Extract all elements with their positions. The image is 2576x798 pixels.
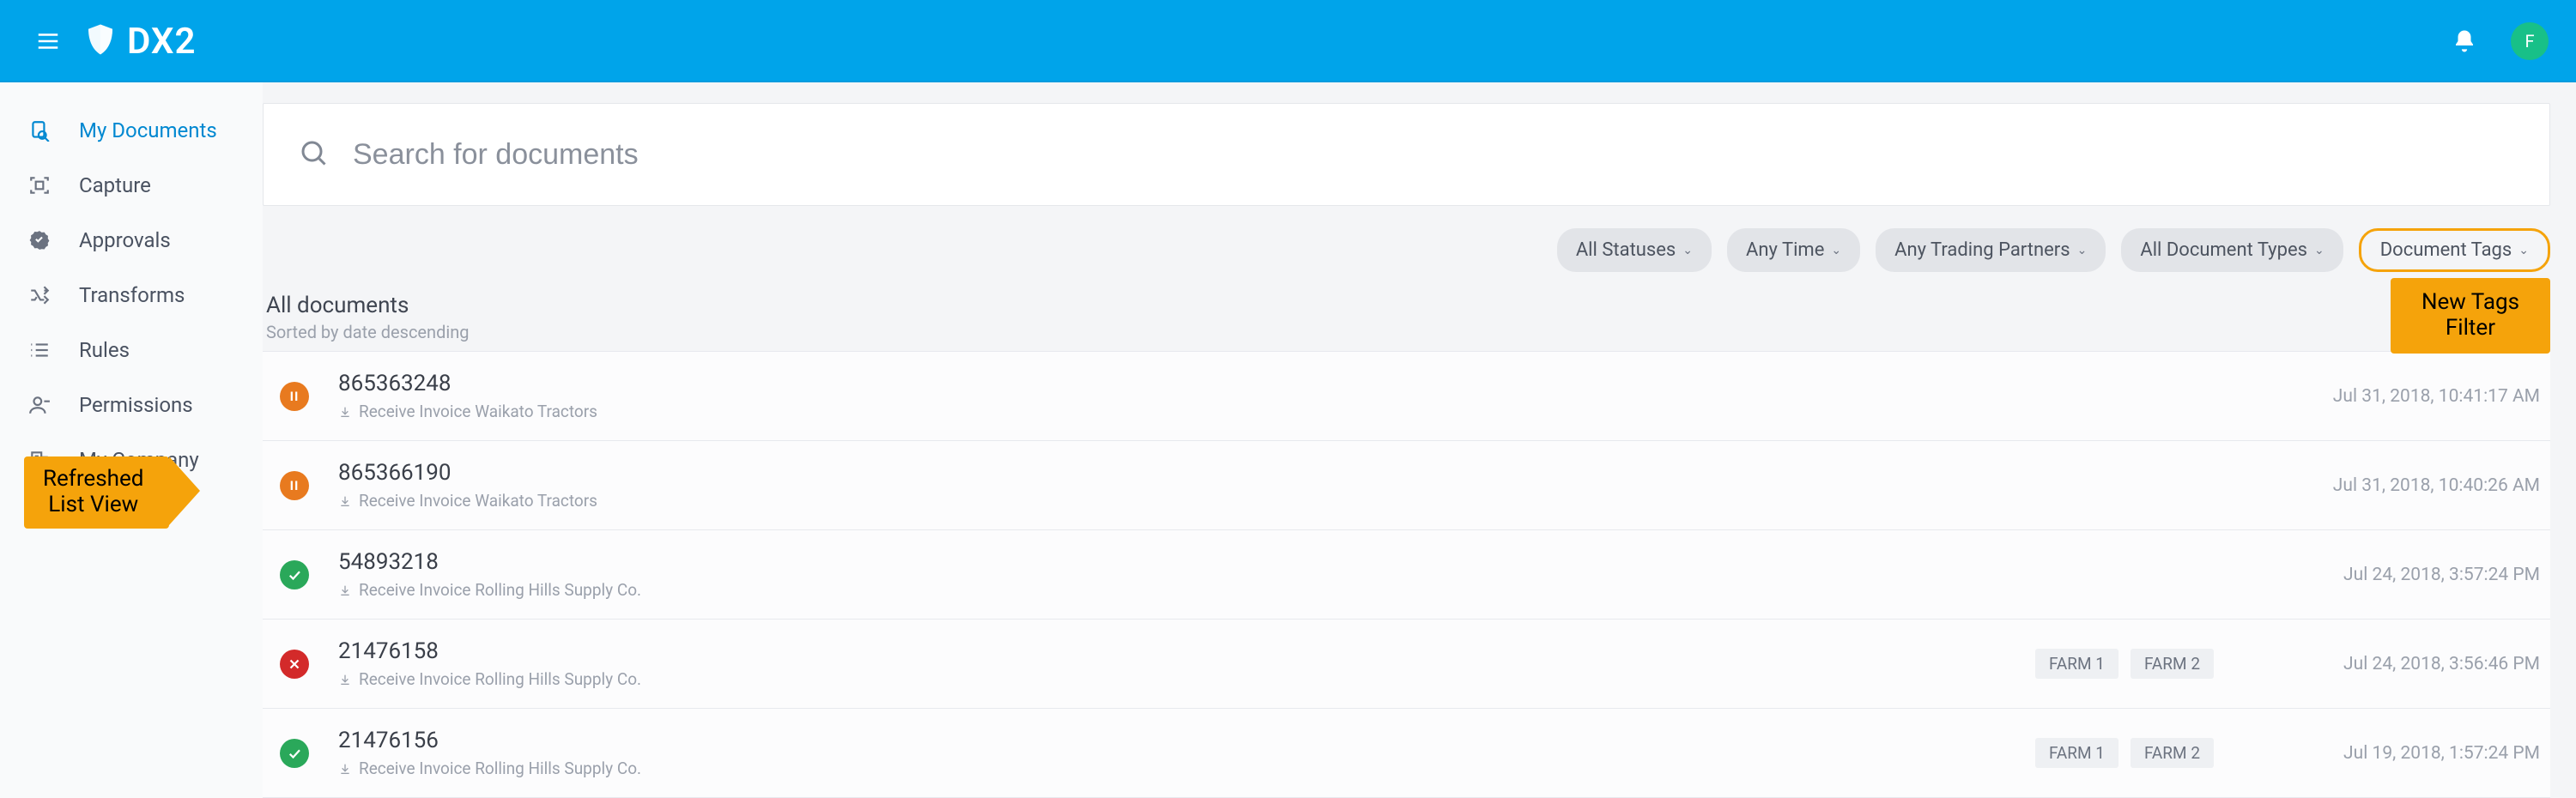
filter-label: Any Trading Partners xyxy=(1894,239,2070,261)
status-paused-icon: II xyxy=(280,471,309,500)
brand-text: DX2 xyxy=(127,21,197,63)
sidebar-item-capture[interactable]: Capture xyxy=(0,158,263,213)
status-success-icon xyxy=(280,739,309,768)
filter-pill[interactable]: All Document Types ⌄ xyxy=(2121,228,2343,272)
chevron-down-icon: ⌄ xyxy=(2077,244,2088,257)
avatar-initial: F xyxy=(2524,31,2534,51)
document-id: 865363248 xyxy=(338,371,2214,396)
document-main: 865366190 Receive Invoice Waikato Tractor… xyxy=(338,460,2214,511)
status-error-icon xyxy=(280,650,309,679)
status-success-icon xyxy=(280,560,309,589)
document-description: Receive Invoice Waikato Tractors xyxy=(338,491,2214,511)
tag-chip: FARM 1 xyxy=(2035,649,2118,679)
main-content: All Statuses⌄Any Time⌄Any Trading Partne… xyxy=(263,82,2576,798)
document-row[interactable]: II 865366190 Receive Invoice Waikato Tract… xyxy=(263,441,2550,530)
download-icon xyxy=(338,405,352,419)
sidebar: My Documents Capture Approvals Transform… xyxy=(0,82,263,798)
search-bar[interactable] xyxy=(263,103,2550,206)
hamburger-icon xyxy=(35,28,61,54)
list-header: All documents Sorted by date descending xyxy=(263,293,2550,351)
annotation-new-tags-filter: New Tags Filter xyxy=(2391,278,2550,354)
sidebar-item-label: Rules xyxy=(79,338,130,362)
notifications-button[interactable] xyxy=(2439,28,2490,54)
tag-chip: FARM 2 xyxy=(2131,738,2214,768)
filter-pill[interactable]: Any Trading Partners ⌄ xyxy=(1876,228,2106,272)
document-timestamp: Jul 24, 2018, 3:57:24 PM xyxy=(2265,565,2540,585)
chevron-down-icon: ⌄ xyxy=(1831,244,1841,257)
user-avatar[interactable]: F xyxy=(2511,22,2549,60)
sidebar-item-label: Transforms xyxy=(79,283,185,307)
list-title: All documents xyxy=(266,293,2550,318)
document-main: 865363248 Receive Invoice Waikato Tractor… xyxy=(338,371,2214,421)
shuffle-icon xyxy=(26,284,53,306)
list-icon xyxy=(26,339,53,361)
document-id: 21476158 xyxy=(338,638,2035,664)
document-timestamp: Jul 24, 2018, 3:56:46 PM xyxy=(2265,654,2540,674)
scan-icon xyxy=(26,174,53,196)
document-main: 54893218 Receive Invoice Rolling Hills Su… xyxy=(338,549,2214,600)
download-icon xyxy=(338,673,352,686)
document-description: Receive Invoice Waikato Tractors xyxy=(338,402,2214,421)
document-description: Receive Invoice Rolling Hills Supply Co. xyxy=(338,669,2035,689)
sidebar-item-transforms[interactable]: Transforms xyxy=(0,268,263,323)
document-id: 21476156 xyxy=(338,728,2035,753)
sidebar-item-label: Approvals xyxy=(79,228,171,252)
filter-label: All Document Types xyxy=(2140,239,2307,261)
chevron-down-icon: ⌄ xyxy=(2314,244,2324,257)
document-timestamp: Jul 31, 2018, 10:41:17 AM xyxy=(2265,386,2540,407)
list-sort: Sorted by date descending xyxy=(266,322,2550,342)
annotation-refreshed-list-view: Refreshed List View xyxy=(24,456,169,529)
document-main: 21476156 Receive Invoice Rolling Hills Su… xyxy=(338,728,2035,778)
document-list: II 865363248 Receive Invoice Waikato Tract… xyxy=(263,351,2550,798)
filter-pill[interactable]: Document Tags ⌄ xyxy=(2359,228,2550,272)
brand-logo[interactable]: DX2 xyxy=(82,21,197,63)
document-description: Receive Invoice Rolling Hills Supply Co. xyxy=(338,580,2214,600)
document-main: 21476158 Receive Invoice Rolling Hills Su… xyxy=(338,638,2035,689)
seal-icon xyxy=(26,229,53,251)
document-row[interactable]: 54893218 Receive Invoice Rolling Hills Su… xyxy=(263,530,2550,620)
filter-row: All Statuses⌄Any Time⌄Any Trading Partne… xyxy=(263,228,2550,272)
menu-button[interactable] xyxy=(27,28,69,54)
document-tags: FARM 1 FARM 2 xyxy=(2035,738,2214,768)
filter-label: Document Tags xyxy=(2380,239,2512,261)
filter-label: Any Time xyxy=(1746,239,1824,261)
sidebar-item-rules[interactable]: Rules xyxy=(0,323,263,378)
filter-label: All Statuses xyxy=(1576,239,1676,261)
app-header: DX2 F xyxy=(0,0,2576,82)
sidebar-item-my-documents[interactable]: My Documents xyxy=(0,103,263,158)
sidebar-item-label: Permissions xyxy=(79,393,193,417)
sidebar-item-permissions[interactable]: Permissions xyxy=(0,378,263,432)
document-row[interactable]: 21476156 Receive Invoice Rolling Hills Su… xyxy=(263,709,2550,798)
download-icon xyxy=(338,762,352,776)
bell-icon xyxy=(2452,28,2477,54)
document-description: Receive Invoice Rolling Hills Supply Co. xyxy=(338,759,2035,778)
document-search-icon xyxy=(26,119,53,142)
sidebar-item-label: Capture xyxy=(79,173,151,197)
search-input[interactable] xyxy=(353,138,2515,172)
document-timestamp: Jul 31, 2018, 10:40:26 AM xyxy=(2265,475,2540,496)
user-minus-icon xyxy=(26,394,53,416)
chevron-down-icon: ⌄ xyxy=(2518,244,2529,257)
shield-icon xyxy=(82,21,118,61)
search-icon xyxy=(298,137,329,172)
chevron-down-icon: ⌄ xyxy=(1682,244,1693,257)
document-row[interactable]: 21476158 Receive Invoice Rolling Hills Su… xyxy=(263,620,2550,709)
sidebar-item-label: My Documents xyxy=(79,118,217,142)
download-icon xyxy=(338,583,352,597)
tag-chip: FARM 1 xyxy=(2035,738,2118,768)
document-id: 54893218 xyxy=(338,549,2214,575)
document-row[interactable]: II 865363248 Receive Invoice Waikato Tract… xyxy=(263,352,2550,441)
status-paused-icon: II xyxy=(280,382,309,411)
tag-chip: FARM 2 xyxy=(2131,649,2214,679)
filter-pill[interactable]: All Statuses ⌄ xyxy=(1557,228,1712,272)
filter-pill[interactable]: Any Time ⌄ xyxy=(1727,228,1860,272)
document-tags: FARM 1 FARM 2 xyxy=(2035,649,2214,679)
document-id: 865366190 xyxy=(338,460,2214,486)
download-icon xyxy=(338,494,352,508)
sidebar-item-approvals[interactable]: Approvals xyxy=(0,213,263,268)
